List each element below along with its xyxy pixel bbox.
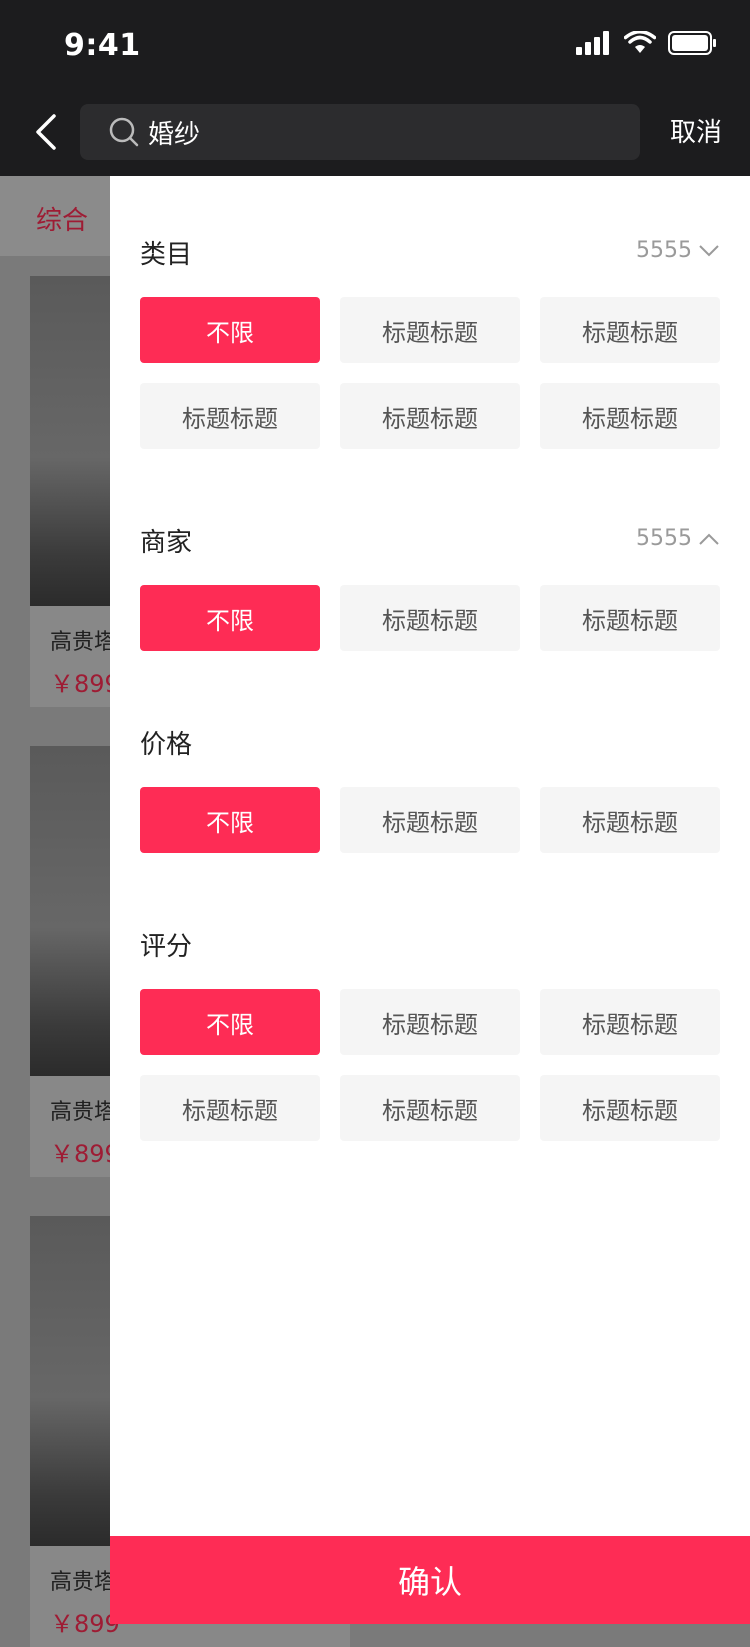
- section-count-toggle[interactable]: 5555: [636, 526, 720, 551]
- confirm-button[interactable]: 确认: [110, 1536, 750, 1624]
- chevron-up-icon: [699, 533, 719, 545]
- filter-chip[interactable]: 标题标题: [540, 297, 720, 363]
- filter-chip-unlimited[interactable]: 不限: [140, 585, 320, 651]
- filter-section-rating: 评分 不限 标题标题 标题标题 标题标题 标题标题 标题标题: [140, 926, 720, 1141]
- status-bar: 9:41: [0, 0, 750, 88]
- filter-chip[interactable]: 标题标题: [340, 297, 520, 363]
- filter-chip[interactable]: 标题标题: [140, 1075, 320, 1141]
- filter-chip[interactable]: 标题标题: [140, 383, 320, 449]
- filter-chip[interactable]: 标题标题: [340, 585, 520, 651]
- chevron-down-icon: [699, 244, 719, 256]
- cellular-signal-icon: [576, 31, 609, 55]
- section-title: 商家: [140, 528, 193, 558]
- filter-chip[interactable]: 标题标题: [540, 1075, 720, 1141]
- section-count-toggle[interactable]: 5555: [636, 238, 720, 263]
- filter-section-category: 类目 5555 不限 标题标题 标题标题 标题标题 标题标题 标题标题: [140, 234, 720, 449]
- battery-icon: [668, 31, 716, 55]
- filter-panel: 类目 5555 不限 标题标题 标题标题 标题标题 标题标题 标题标题 商家 5…: [110, 176, 750, 1624]
- filter-chip-unlimited[interactable]: 不限: [140, 297, 320, 363]
- section-count: 5555: [636, 238, 692, 263]
- filter-chip[interactable]: 标题标题: [540, 989, 720, 1055]
- filter-chip[interactable]: 标题标题: [540, 585, 720, 651]
- filter-chip[interactable]: 标题标题: [340, 989, 520, 1055]
- tab-comprehensive[interactable]: 综合: [36, 200, 88, 237]
- search-header: 婚纱 取消: [0, 88, 750, 176]
- filter-chip[interactable]: 标题标题: [340, 787, 520, 853]
- back-arrow-icon[interactable]: [26, 110, 70, 154]
- filter-chip[interactable]: 标题标题: [540, 787, 720, 853]
- filter-chip-unlimited[interactable]: 不限: [140, 787, 320, 853]
- search-query: 婚纱: [148, 119, 201, 150]
- wifi-icon: [624, 31, 656, 53]
- section-title: 评分: [140, 932, 193, 962]
- filter-section-merchant: 商家 5555 不限 标题标题 标题标题: [140, 522, 720, 651]
- filter-chip[interactable]: 标题标题: [340, 1075, 520, 1141]
- search-icon: [109, 117, 139, 147]
- filter-section-price: 价格 不限 标题标题 标题标题: [140, 724, 720, 853]
- section-count: 5555: [636, 526, 692, 551]
- search-input[interactable]: 婚纱: [80, 104, 640, 160]
- status-time: 9:41: [64, 28, 141, 63]
- section-title: 价格: [140, 730, 193, 760]
- cancel-button[interactable]: 取消: [670, 112, 722, 149]
- filter-chip[interactable]: 标题标题: [540, 383, 720, 449]
- filter-chip[interactable]: 标题标题: [340, 383, 520, 449]
- filter-chip-unlimited[interactable]: 不限: [140, 989, 320, 1055]
- section-title: 类目: [140, 240, 193, 270]
- system-icons: [576, 30, 718, 56]
